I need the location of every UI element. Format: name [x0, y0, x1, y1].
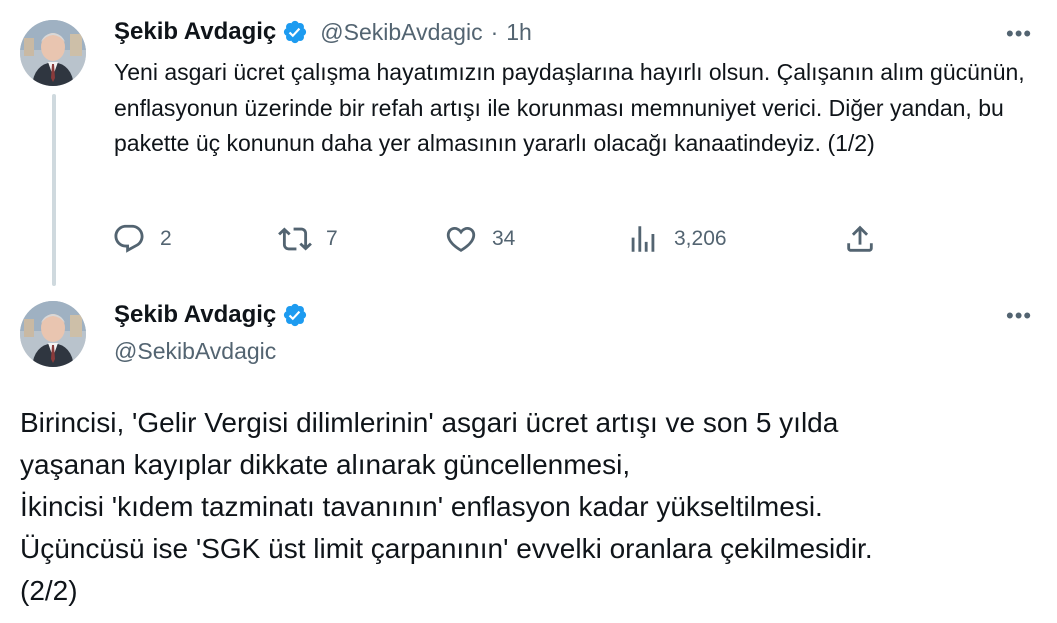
share-icon [847, 225, 873, 252]
avatar-image [20, 20, 86, 86]
timestamp[interactable]: 1h [506, 19, 532, 46]
avatar[interactable] [20, 301, 86, 367]
tweet2-header: Şekib Avdagiç [114, 301, 308, 329]
more-options-button[interactable]: ••• [1006, 21, 1032, 47]
avatar[interactable] [20, 20, 86, 86]
repost-count: 7 [326, 227, 338, 250]
author-handle[interactable]: @SekibAvdagic [114, 338, 276, 365]
verified-badge-icon [284, 20, 307, 44]
thread-connector-line [52, 94, 56, 286]
reply-button[interactable]: 2 [112, 222, 172, 256]
author-handle[interactable]: @SekibAvdagic [320, 19, 482, 46]
views-button[interactable]: 3,206 [626, 222, 727, 256]
share-button[interactable] [843, 222, 877, 256]
repost-button[interactable]: 7 [278, 222, 338, 256]
more-options-button[interactable]: ••• [1006, 303, 1032, 329]
avatar-image [20, 301, 86, 367]
tweet1-text: Yeni asgari ücret çalışma hayatımızın pa… [114, 59, 1025, 156]
separator-dot: · [490, 18, 499, 45]
verified-badge-icon [284, 303, 307, 327]
like-icon [446, 226, 476, 252]
reply-icon [114, 224, 144, 253]
like-button[interactable]: 34 [444, 222, 515, 256]
tweet2-text: Birincisi, 'Gelir Vergisi dilimlerinin' … [20, 407, 873, 606]
author-name[interactable]: Şekib Avdagiç [114, 301, 276, 329]
repost-icon [278, 227, 312, 251]
author-name[interactable]: Şekib Avdagiç [114, 18, 276, 46]
tweet1-header: Şekib Avdagiç @SekibAvdagic · 1h [114, 18, 532, 46]
reply-count: 2 [160, 227, 172, 250]
views-icon [631, 226, 655, 252]
views-count: 3,206 [674, 227, 727, 250]
like-count: 34 [492, 227, 516, 250]
